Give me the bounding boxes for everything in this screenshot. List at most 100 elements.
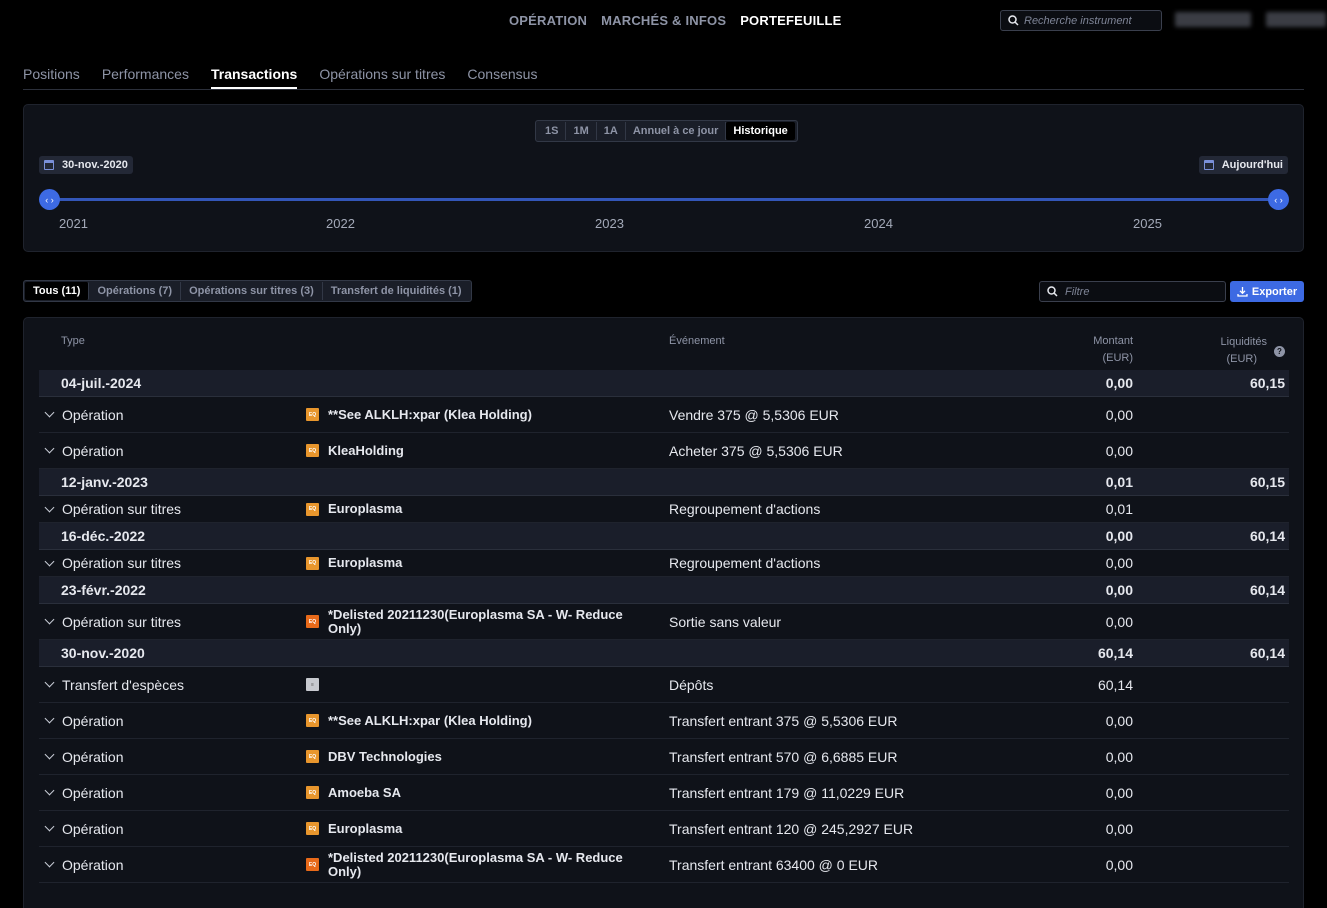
- row-type-label: Opération: [62, 856, 124, 873]
- group-amount: 0,00: [1105, 582, 1133, 598]
- instrument-name[interactable]: Europlasma: [328, 502, 648, 516]
- row-amount: 0,00: [1105, 555, 1133, 571]
- table-header: Type Événement Montant (EUR) Liquidités …: [39, 318, 1289, 370]
- chevron-down-icon[interactable]: [44, 857, 55, 868]
- transaction-row[interactable]: Opération EQ KleaHolding Acheter 375 @ 5,53…: [39, 433, 1289, 469]
- row-event: Transfert entrant 570 @ 6,6885 EUR: [669, 748, 898, 765]
- timeline-start-handle[interactable]: ‹ ›: [39, 189, 60, 210]
- filter-corporate-actions[interactable]: Opérations sur titres (3): [181, 282, 323, 300]
- start-date-picker[interactable]: 30-nov.-2020: [39, 156, 133, 174]
- chevron-down-icon[interactable]: [44, 556, 55, 566]
- filter-search[interactable]: [1039, 281, 1226, 302]
- instrument-name[interactable]: *Delisted 20211230(Europlasma SA - W- Re…: [328, 607, 648, 636]
- tab-transactions[interactable]: Transactions: [210, 66, 298, 89]
- chevron-down-icon[interactable]: [44, 677, 55, 688]
- equity-badge-icon: EQ: [306, 502, 319, 516]
- tab-consensus[interactable]: Consensus: [467, 66, 537, 89]
- header-amount[interactable]: Montant: [1093, 335, 1133, 347]
- header-cash[interactable]: Liquidités: [1221, 336, 1267, 348]
- chevron-down-icon[interactable]: [44, 713, 55, 724]
- cash-icon: ≡: [306, 678, 319, 691]
- instrument-name[interactable]: DBV Technologies: [328, 749, 648, 764]
- instrument-name[interactable]: **See ALKLH:xpar (Klea Holding): [328, 407, 648, 422]
- end-date-label: Aujourd'hui: [1221, 159, 1283, 171]
- transaction-row[interactable]: Opération sur titres EQ Europlasma Regroupe…: [39, 496, 1289, 523]
- filter-cash-transfers[interactable]: Transfert de liquidités (1): [323, 282, 470, 300]
- row-amount: 0,00: [1105, 712, 1133, 729]
- instrument-name[interactable]: *Delisted 20211230(Europlasma SA - W- Re…: [328, 850, 648, 879]
- tab-operations-sur-titres[interactable]: Opérations sur titres: [319, 66, 445, 89]
- nav-portefeuille[interactable]: PORTEFEUILLE: [740, 13, 841, 28]
- filter-input[interactable]: [1065, 285, 1215, 298]
- end-date-picker[interactable]: Aujourd'hui: [1198, 156, 1288, 174]
- transaction-row[interactable]: Opération sur titres EQ *Delisted 20211230…: [39, 604, 1289, 640]
- instrument-name[interactable]: **See ALKLH:xpar (Klea Holding): [328, 713, 648, 728]
- tab-positions[interactable]: Positions: [23, 66, 80, 89]
- top-navigation: OPÉRATION MARCHÉS & INFOS PORTEFEUILLE: [0, 0, 1327, 42]
- warrant-badge-icon: EQ: [306, 858, 319, 871]
- row-type-label: Opération: [62, 442, 124, 459]
- export-button[interactable]: Exporter: [1230, 281, 1304, 302]
- instrument-name[interactable]: Europlasma: [328, 556, 648, 570]
- row-event: Regroupement d'actions: [669, 555, 821, 571]
- header-event[interactable]: Événement: [669, 335, 725, 347]
- row-instrument: EQ **See ALKLH:xpar (Klea Holding): [306, 703, 648, 738]
- chevron-down-icon[interactable]: [44, 502, 55, 512]
- transaction-row[interactable]: Opération EQ **See ALKLH:xpar (Klea Holdin…: [39, 397, 1289, 433]
- transaction-row[interactable]: Opération EQ Europlasma Transfert entrant 1…: [39, 811, 1289, 847]
- instrument-name[interactable]: Europlasma: [328, 821, 648, 836]
- instrument-name[interactable]: Amoeba SA: [328, 785, 648, 800]
- nav-operation[interactable]: OPÉRATION: [509, 13, 587, 28]
- row-type-label: Opération: [62, 712, 124, 729]
- transaction-row[interactable]: Opération EQ DBV Technologies Transfert ent…: [39, 739, 1289, 775]
- transaction-row[interactable]: Opération sur titres EQ Europlasma Regroupe…: [39, 550, 1289, 577]
- group-date: 12-janv.-2023: [61, 474, 148, 490]
- row-amount: 0,00: [1105, 784, 1133, 801]
- year-label: 2022: [326, 216, 355, 231]
- calendar-icon: [44, 160, 54, 170]
- group-date: 04-juil.-2024: [61, 375, 142, 391]
- chevron-down-icon[interactable]: [44, 749, 55, 760]
- instrument-search[interactable]: [1000, 10, 1162, 31]
- transaction-row[interactable]: Opération EQ **See ALKLH:xpar (Klea Holdin…: [39, 703, 1289, 739]
- transaction-row[interactable]: Opération EQ *Delisted 20211230(Europlasma…: [39, 847, 1289, 883]
- timeline-panel: 1S 1M 1A Annuel à ce jour Historique 30-…: [23, 104, 1304, 252]
- row-type: Opération: [44, 433, 124, 468]
- instrument-name[interactable]: KleaHolding: [328, 443, 648, 458]
- equity-badge-icon: EQ: [306, 822, 319, 835]
- row-amount: 60,14: [1097, 676, 1133, 693]
- row-instrument: EQ Europlasma: [306, 496, 648, 522]
- row-amount: 0,00: [1105, 406, 1133, 423]
- group-date: 30-nov.-2020: [61, 645, 145, 661]
- filter-operations[interactable]: Opérations (7): [89, 282, 182, 300]
- row-type: Opération sur titres: [44, 496, 181, 522]
- period-1s[interactable]: 1S: [538, 122, 567, 140]
- period-ytd[interactable]: Annuel à ce jour: [626, 122, 727, 140]
- header-type[interactable]: Type: [61, 335, 85, 347]
- help-icon[interactable]: ?: [1274, 346, 1285, 357]
- transaction-row[interactable]: Transfert d'espèces ≡ Dépôts 60,14: [39, 667, 1289, 703]
- period-1m[interactable]: 1M: [566, 122, 597, 140]
- filter-all[interactable]: Tous (11): [25, 282, 90, 300]
- equity-badge-icon: EQ: [306, 714, 319, 727]
- period-1a[interactable]: 1A: [597, 122, 626, 140]
- chevron-down-icon[interactable]: [44, 407, 55, 418]
- chevron-down-icon[interactable]: [44, 785, 55, 796]
- row-event: Transfert entrant 179 @ 11,0229 EUR: [669, 784, 905, 801]
- transaction-row[interactable]: Opération EQ Amoeba SA Transfert entrant 17…: [39, 775, 1289, 811]
- tab-performances[interactable]: Performances: [102, 66, 189, 89]
- search-input[interactable]: [1024, 14, 1154, 27]
- row-type: Opération sur titres: [44, 604, 181, 639]
- period-historique[interactable]: Historique: [726, 122, 795, 140]
- chevron-down-icon[interactable]: [44, 821, 55, 832]
- chevron-down-icon[interactable]: [44, 443, 55, 454]
- date-group-row: 23-févr.-2022 0,00 60,14: [39, 577, 1289, 604]
- row-type: Transfert d'espèces: [44, 667, 184, 702]
- year-label: 2023: [595, 216, 624, 231]
- timeline-track[interactable]: [49, 198, 1279, 201]
- timeline-end-handle[interactable]: ‹ ›: [1268, 189, 1289, 210]
- nav-marches-infos[interactable]: MARCHÉS & INFOS: [601, 13, 726, 28]
- row-amount: 0,00: [1105, 613, 1133, 630]
- chevron-down-icon[interactable]: [44, 614, 55, 625]
- start-date-label: 30-nov.-2020: [62, 159, 128, 171]
